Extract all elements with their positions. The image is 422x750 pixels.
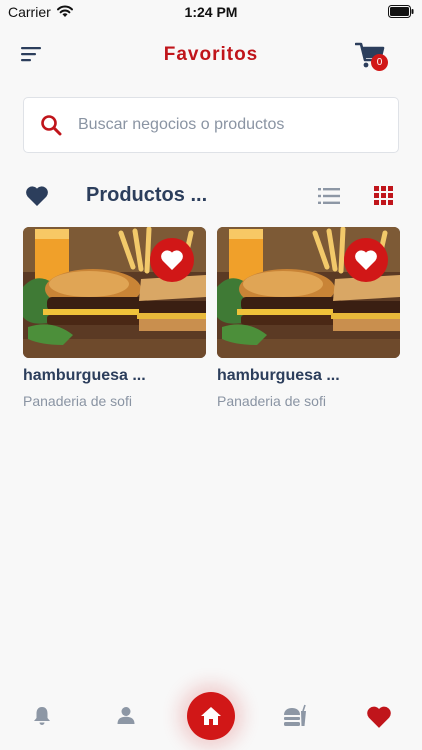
menu-icon[interactable] — [20, 44, 44, 64]
product-image[interactable] — [217, 227, 400, 358]
cart-button[interactable]: 0 — [355, 40, 391, 74]
home-icon — [201, 707, 221, 725]
home-button[interactable] — [187, 692, 235, 740]
heart-filled-icon — [161, 250, 183, 270]
search-input[interactable] — [78, 112, 378, 138]
cart-count-badge: 0 — [371, 54, 388, 71]
search-icon — [41, 115, 62, 136]
product-image[interactable] — [23, 227, 206, 358]
product-store: Panaderia de sofi — [23, 393, 132, 409]
carrier-label: Carrier — [8, 4, 51, 20]
favorite-toggle-button[interactable] — [344, 238, 388, 282]
product-card[interactable]: hamburguesa ... Panaderia de sofi — [23, 227, 206, 409]
search-bar[interactable] — [23, 97, 399, 153]
heart-icon — [26, 186, 48, 206]
wifi-icon — [57, 5, 73, 17]
notifications-icon[interactable] — [33, 706, 51, 726]
product-card[interactable]: hamburguesa ... Panaderia de sofi — [217, 227, 400, 409]
grid-view-icon[interactable] — [374, 186, 393, 205]
battery-icon — [388, 5, 414, 18]
heart-filled-icon — [355, 250, 377, 270]
bottom-navigation — [0, 680, 422, 750]
status-bar: Carrier 1:24 PM — [0, 0, 422, 24]
favorite-toggle-button[interactable] — [150, 238, 194, 282]
section-title: Productos ... — [86, 184, 208, 206]
product-store: Panaderia de sofi — [217, 393, 326, 409]
food-icon[interactable] — [283, 704, 307, 728]
list-view-icon[interactable] — [318, 187, 340, 205]
profile-icon[interactable] — [117, 706, 135, 726]
favorites-icon[interactable] — [366, 705, 392, 729]
product-name: hamburguesa ... — [217, 367, 340, 384]
product-name: hamburguesa ... — [23, 367, 146, 384]
